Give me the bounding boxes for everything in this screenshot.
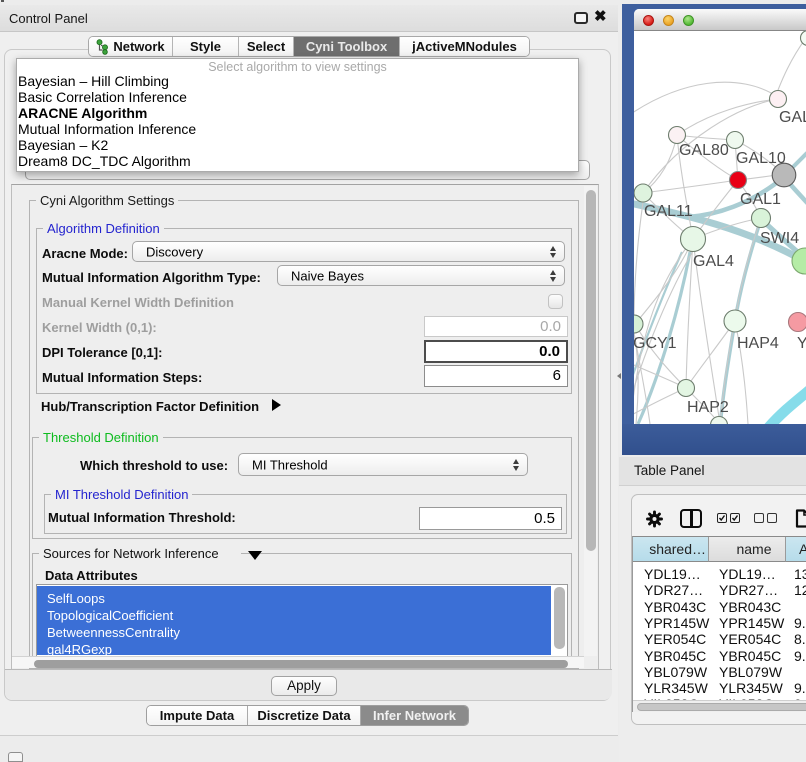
svg-text:GAL80: GAL80: [679, 142, 729, 159]
svg-text:HAP2: HAP2: [687, 399, 729, 416]
svg-text:GAL7: GAL7: [779, 109, 806, 126]
svg-text:GCY1: GCY1: [634, 335, 677, 352]
svg-text:GAL1: GAL1: [740, 191, 781, 208]
svg-text:GAL10: GAL10: [736, 150, 786, 167]
svg-text:SWI4: SWI4: [760, 230, 799, 247]
svg-text:GAL4: GAL4: [693, 253, 734, 270]
svg-text:Y: Y: [797, 335, 806, 352]
svg-text:GAL11: GAL11: [644, 203, 693, 220]
svg-text:HAP4: HAP4: [737, 335, 779, 352]
